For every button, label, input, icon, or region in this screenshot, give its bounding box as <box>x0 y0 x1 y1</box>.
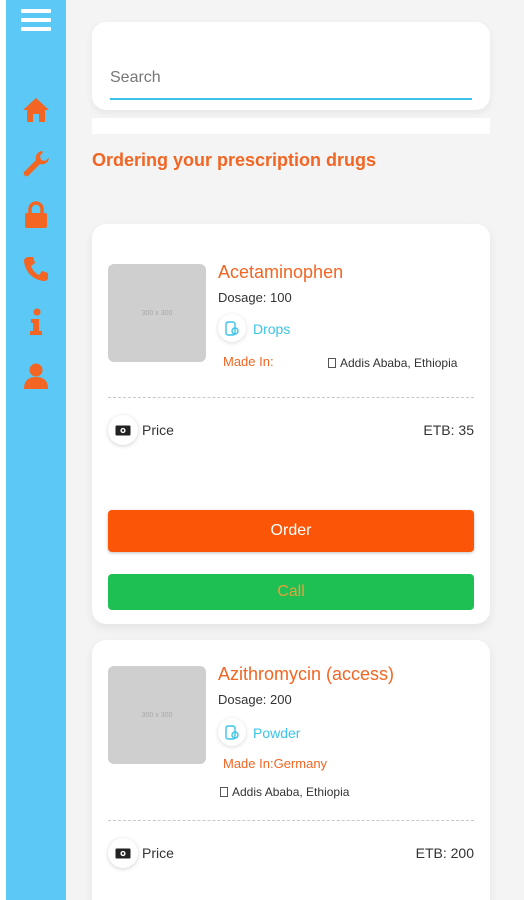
search-input[interactable] <box>110 62 472 100</box>
product-dosage: Dosage: 200 <box>218 692 292 707</box>
drops-form-icon <box>218 314 246 342</box>
hamburger-menu-icon[interactable] <box>6 6 66 34</box>
made-in-label: Made In:Germany <box>223 756 328 771</box>
phone-icon[interactable] <box>6 255 66 283</box>
price-label: Price <box>142 422 174 438</box>
powder-form-icon <box>218 718 246 746</box>
divider <box>108 397 474 398</box>
product-location: Addis Ababa, Ethiopia <box>328 356 457 370</box>
product-card[interactable]: 300 x 300 Azithromycin (access) Dosage: … <box>92 640 490 900</box>
product-location: Addis Ababa, Ethiopia <box>220 785 349 799</box>
location-box-icon <box>220 787 228 797</box>
main-content: Ordering your prescription drugs 300 x 3… <box>66 0 524 900</box>
product-form: Powder <box>253 725 301 741</box>
price-value: ETB: 200 <box>415 845 474 861</box>
money-icon <box>108 415 138 445</box>
location-text: Addis Ababa, Ethiopia <box>232 785 350 799</box>
product-name[interactable]: Acetaminophen <box>218 262 343 283</box>
call-button[interactable]: Call <box>108 574 474 610</box>
location-box-icon <box>328 358 336 368</box>
divider <box>108 820 474 821</box>
page-title: Ordering your prescription drugs <box>92 150 377 170</box>
order-button[interactable]: Order <box>108 510 474 552</box>
product-image: 300 x 300 <box>108 666 206 764</box>
location-text: Addis Ababa, Ethiopia <box>340 356 458 370</box>
product-dosage: Dosage: 100 <box>218 290 292 305</box>
price-value: ETB: 35 <box>423 422 474 438</box>
made-in-label: Made In: <box>223 354 274 369</box>
sidebar <box>6 0 66 900</box>
info-icon[interactable] <box>6 308 66 336</box>
user-icon[interactable] <box>6 362 66 390</box>
card-strip <box>92 118 490 134</box>
product-card[interactable]: 300 x 300 Acetaminophen Dosage: 100 Drop… <box>92 224 490 624</box>
wrench-icon[interactable] <box>6 148 66 180</box>
lock-icon[interactable] <box>6 200 66 230</box>
search-card <box>92 22 490 110</box>
product-image: 300 x 300 <box>108 264 206 362</box>
money-icon <box>108 838 138 868</box>
product-name[interactable]: Azithromycin (access) <box>218 664 394 685</box>
price-label: Price <box>142 845 174 861</box>
home-icon[interactable] <box>6 96 66 124</box>
product-form: Drops <box>253 321 291 337</box>
